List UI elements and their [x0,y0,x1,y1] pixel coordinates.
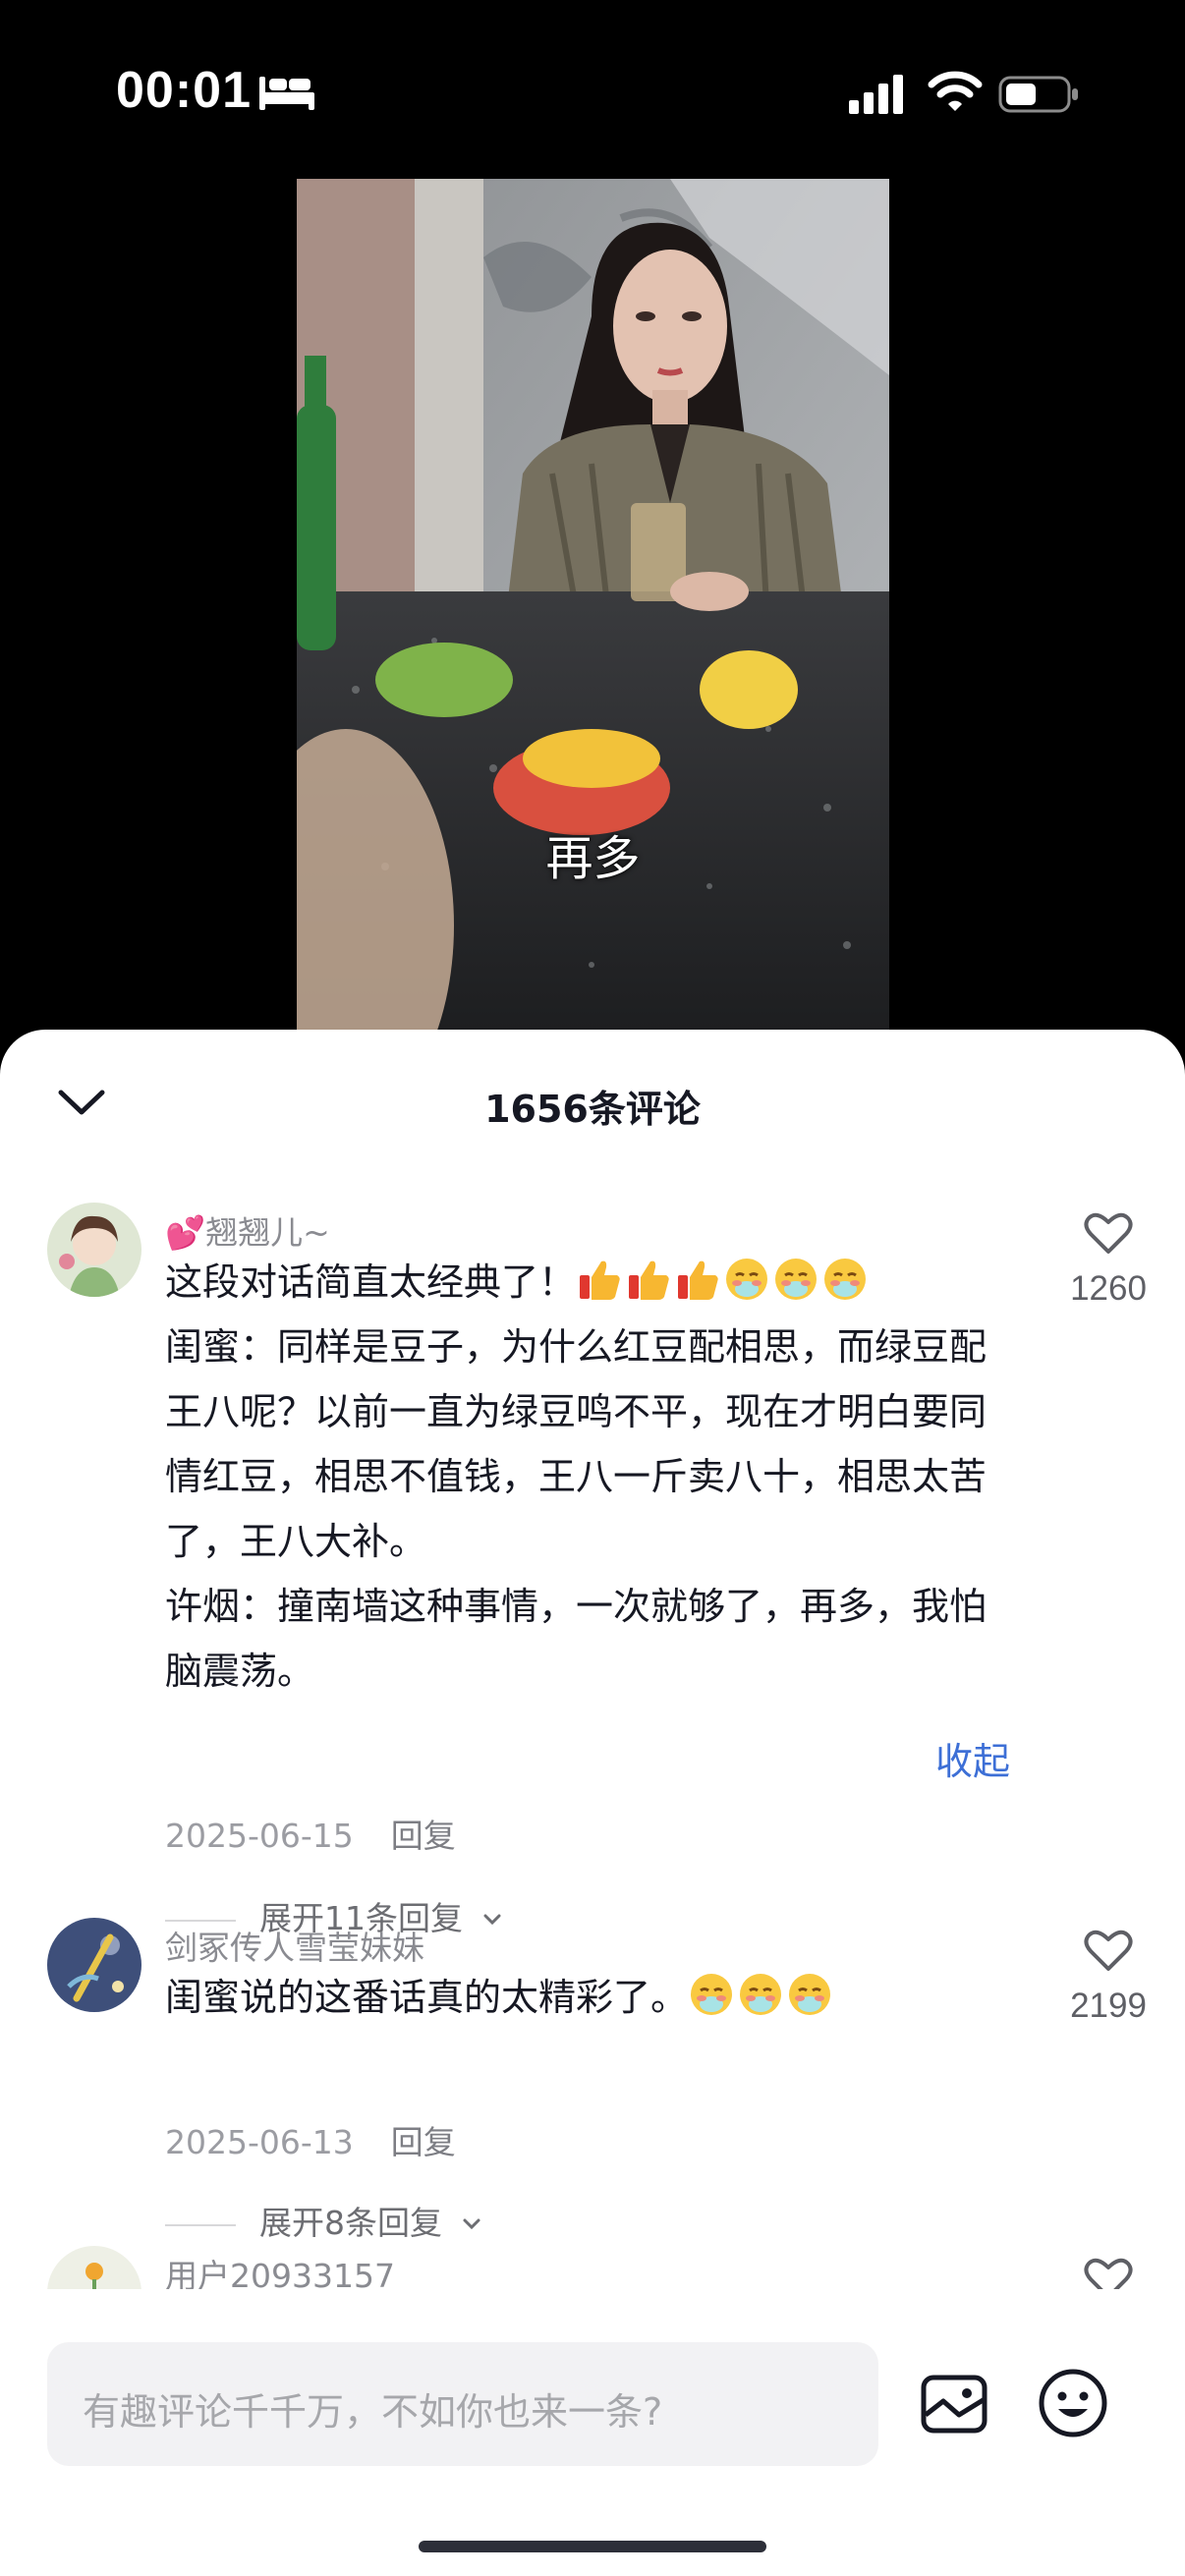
emoji-picker-icon[interactable] [1038,2368,1108,2438]
reply-button[interactable]: 回复 [391,2123,456,2161]
like-button[interactable]: 1260 [1049,1210,1167,1309]
status-time: 00:01 [116,62,252,119]
comment-paragraph: 许烟：撞南墙这种事情，一次就够了，再多，我怕脑震荡。 [165,1585,988,1693]
expand-replies-button[interactable]: 展开8条回复 [165,2197,482,2244]
comment-date: 2025-06-15 [165,1817,354,1855]
video-player[interactable]: 再多 [297,179,889,1034]
avatar[interactable] [47,1918,141,2012]
reply-button[interactable]: 回复 [391,1817,456,1855]
collapse-comment-link[interactable]: 收起 [935,1731,1010,1785]
comment-text: 这段对话简直太经典了！ 闺蜜：同样是豆子，为什么红豆配相思，而绿豆配王八呢？以前… [165,1250,1010,1704]
comment-username[interactable]: 剑冢传人雪莹妹妹 [165,1922,424,1969]
cellular-signal-icon [849,75,903,114]
comment-count-title: 1656条评论 [484,1088,701,1131]
comment-meta: 2025-06-13 回复 [165,2116,456,2163]
wifi-icon [928,71,983,111]
battery-icon [998,76,1078,113]
image-picker-icon[interactable] [920,2372,988,2436]
thumbs-up-emoji-icon [576,1260,723,1304]
comment-meta: 2025-06-15 回复 [165,1810,456,1857]
comment-text-line: 这段对话简直太经典了！ [165,1260,577,1304]
comment-input-bar: 有趣评论千千万，不如你也来一条? [0,2289,1185,2576]
relieved-face-emoji-icon [723,1259,871,1304]
relieved-face-emoji-icon [688,1974,835,2019]
like-count: 2199 [1070,1987,1147,2025]
heart-icon [1084,1212,1133,1254]
heart-icon [1084,1930,1133,1971]
status-bar: 00:01 [0,0,1185,187]
video-frame [297,179,889,1034]
comments-header: 1656条评论 [0,1030,1185,1177]
comment-input[interactable]: 有趣评论千千万，不如你也来一条? [47,2342,878,2466]
chevron-down-icon [483,1914,500,1926]
sleep-focus-icon [259,77,314,110]
comment-text-line: 闺蜜说的这番话真的太精彩了。 [165,1976,689,2019]
comment-paragraph: 闺蜜：同样是豆子，为什么红豆配相思，而绿豆配王八呢？以前一直为绿豆鸣不平，现在才… [165,1325,988,1563]
chevron-down-icon [463,2218,480,2230]
like-count: 1260 [1070,1269,1147,1308]
comment-date: 2025-06-13 [165,2123,354,2161]
comment-text: 闺蜜说的这番话真的太精彩了。 [165,1965,1010,2030]
comment-username[interactable]: 💕翘翘儿~ [165,1206,330,1254]
video-subtitle: 再多 [545,831,641,886]
home-indicator[interactable] [419,2541,766,2552]
like-button[interactable]: 2199 [1049,1928,1167,2026]
divider-line [165,2223,236,2226]
expand-replies-label: 展开8条回复 [259,2204,442,2242]
comment-input-placeholder: 有趣评论千千万，不如你也来一条? [83,2390,663,2434]
avatar[interactable] [47,1203,141,1297]
